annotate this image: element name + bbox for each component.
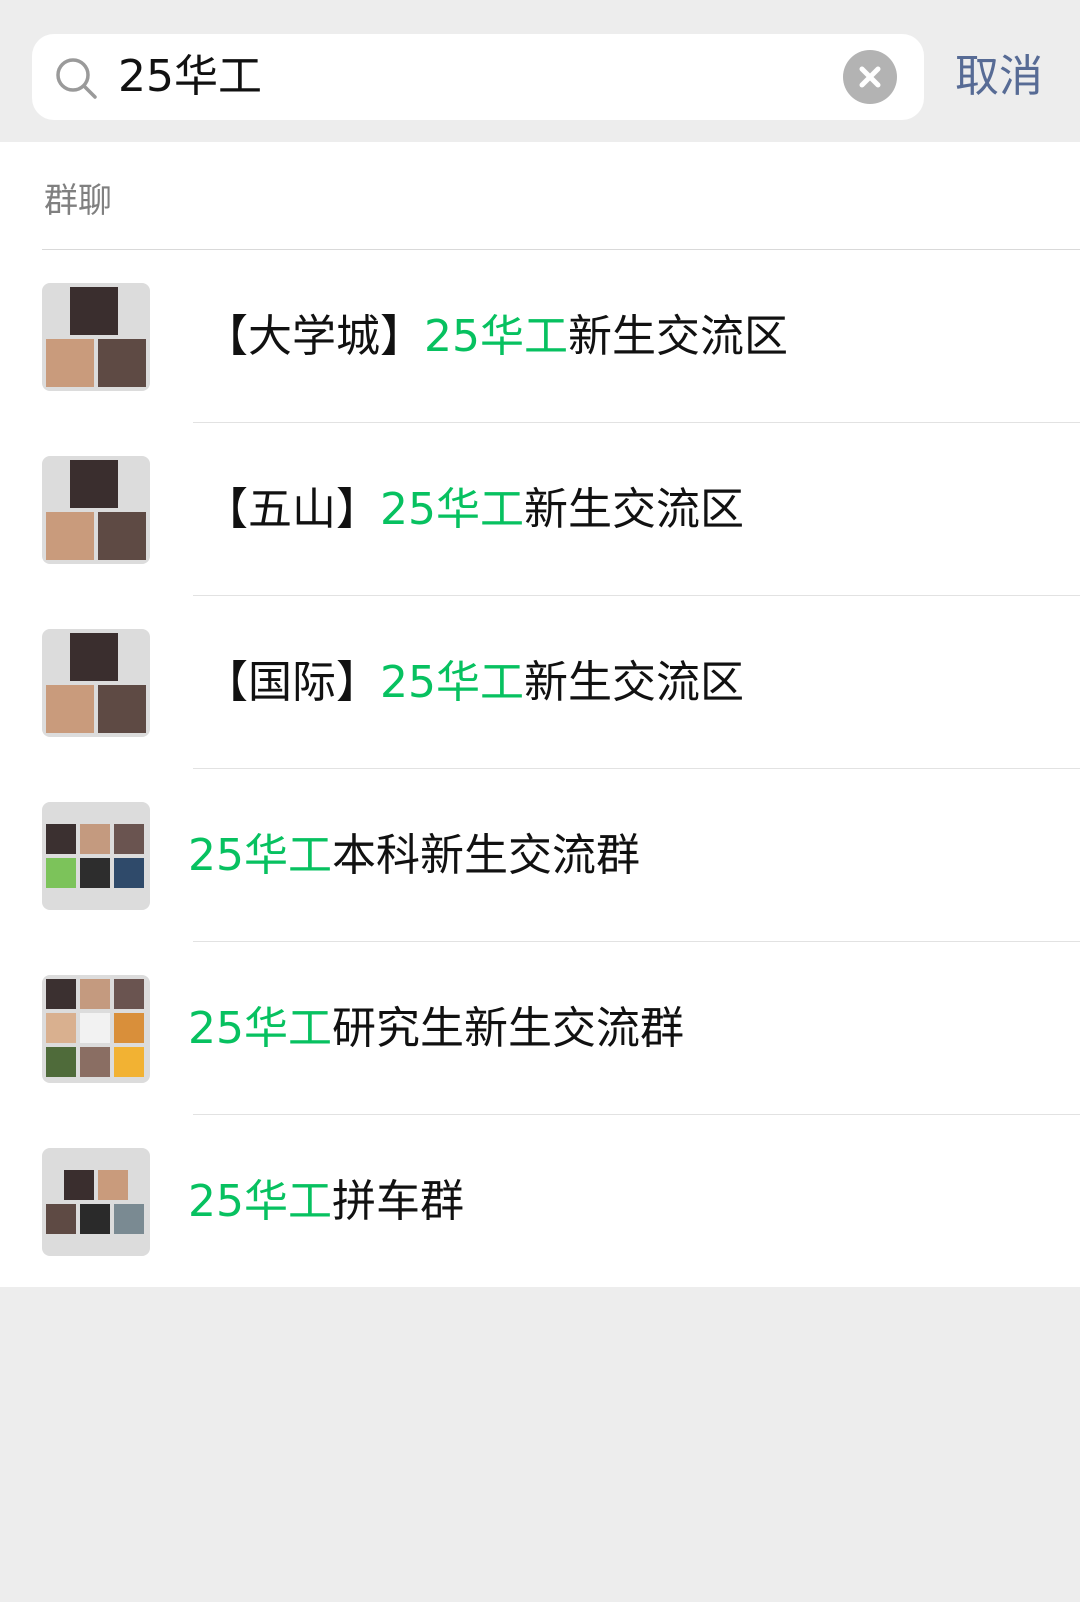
- avatar-member-photo: [70, 287, 118, 335]
- name-suffix: 新生交流区: [524, 484, 744, 535]
- avatar-member-photo: [98, 685, 146, 733]
- name-suffix: 新生交流区: [524, 657, 744, 708]
- group-chat-result[interactable]: 25华工拼车群: [0, 1115, 1080, 1288]
- avatar-member-photo: [46, 824, 76, 854]
- avatar-member-photo: [46, 979, 76, 1009]
- clear-search-button[interactable]: [843, 50, 897, 104]
- avatar-member-photo: [64, 1170, 94, 1200]
- avatar-member-photo: [46, 1204, 76, 1234]
- name-highlight: 25华工: [424, 311, 568, 362]
- avatar-member-photo: [80, 979, 110, 1009]
- close-icon: [859, 66, 881, 88]
- name-suffix: 拼车群: [332, 1176, 464, 1227]
- group-chat-result[interactable]: 【五山】25华工新生交流区: [0, 423, 1080, 596]
- avatar-member-photo: [46, 339, 94, 387]
- group-avatar: [42, 629, 150, 737]
- avatar-member-photo: [80, 1047, 110, 1077]
- search-icon: [56, 58, 97, 99]
- avatar-member-photo: [114, 1204, 144, 1234]
- group-avatar: [42, 1148, 150, 1256]
- name-highlight: 25华工: [380, 657, 524, 708]
- avatar-member-photo: [46, 1047, 76, 1077]
- avatar-member-photo: [80, 1013, 110, 1043]
- avatar-member-photo: [80, 1204, 110, 1234]
- name-highlight: 25华工: [380, 484, 524, 535]
- avatar-member-photo: [98, 512, 146, 560]
- avatar-member-photo: [80, 858, 110, 888]
- avatar-member-photo: [46, 685, 94, 733]
- avatar-member-photo: [98, 1170, 128, 1200]
- name-highlight: 25华工: [188, 1176, 332, 1227]
- group-chat-name: 【大学城】25华工新生交流区: [204, 250, 788, 423]
- name-suffix: 研究生新生交流群: [332, 1003, 684, 1054]
- section-title-group-chats: 群聊: [44, 181, 112, 221]
- group-chat-result[interactable]: 25华工研究生新生交流群: [0, 942, 1080, 1115]
- group-chat-result[interactable]: 【国际】25华工新生交流区: [0, 596, 1080, 769]
- group-avatar: [42, 802, 150, 910]
- name-suffix: 新生交流区: [568, 311, 788, 362]
- avatar-member-photo: [114, 824, 144, 854]
- name-prefix: 【大学城】: [204, 311, 424, 362]
- avatar-member-photo: [46, 512, 94, 560]
- avatar-member-photo: [80, 824, 110, 854]
- group-chat-name: 25华工本科新生交流群: [188, 769, 640, 942]
- avatar-member-photo: [114, 979, 144, 1009]
- name-suffix: 本科新生交流群: [332, 830, 640, 881]
- avatar-member-photo: [70, 633, 118, 681]
- avatar-member-photo: [114, 858, 144, 888]
- group-chat-name: 25华工拼车群: [188, 1115, 464, 1288]
- name-highlight: 25华工: [188, 1003, 332, 1054]
- avatar-member-photo: [70, 460, 118, 508]
- group-chat-result[interactable]: 25华工本科新生交流群: [0, 769, 1080, 942]
- name-prefix: 【国际】: [204, 657, 380, 708]
- group-chat-name: 25华工研究生新生交流群: [188, 942, 684, 1115]
- name-prefix: 【五山】: [204, 484, 380, 535]
- search-input[interactable]: 25华工: [32, 34, 924, 120]
- group-avatar: [42, 975, 150, 1083]
- avatar-member-photo: [98, 339, 146, 387]
- name-highlight: 25华工: [188, 830, 332, 881]
- cancel-button[interactable]: 取消: [955, 44, 1043, 110]
- group-chat-result[interactable]: 【大学城】25华工新生交流区: [0, 250, 1080, 423]
- search-query[interactable]: 25华工: [118, 34, 262, 120]
- group-chat-name: 【五山】25华工新生交流区: [204, 423, 744, 596]
- group-avatar: [42, 283, 150, 391]
- search-bar: 25华工 取消: [0, 0, 1080, 142]
- avatar-member-photo: [114, 1013, 144, 1043]
- group-chat-name: 【国际】25华工新生交流区: [204, 596, 744, 769]
- group-avatar: [42, 456, 150, 564]
- avatar-member-photo: [114, 1047, 144, 1077]
- avatar-member-photo: [46, 858, 76, 888]
- search-results: 群聊 【大学城】25华工新生交流区 【五山】25华工新生交流区 【国际】25华工新生…: [0, 142, 1080, 1287]
- avatar-member-photo: [46, 1013, 76, 1043]
